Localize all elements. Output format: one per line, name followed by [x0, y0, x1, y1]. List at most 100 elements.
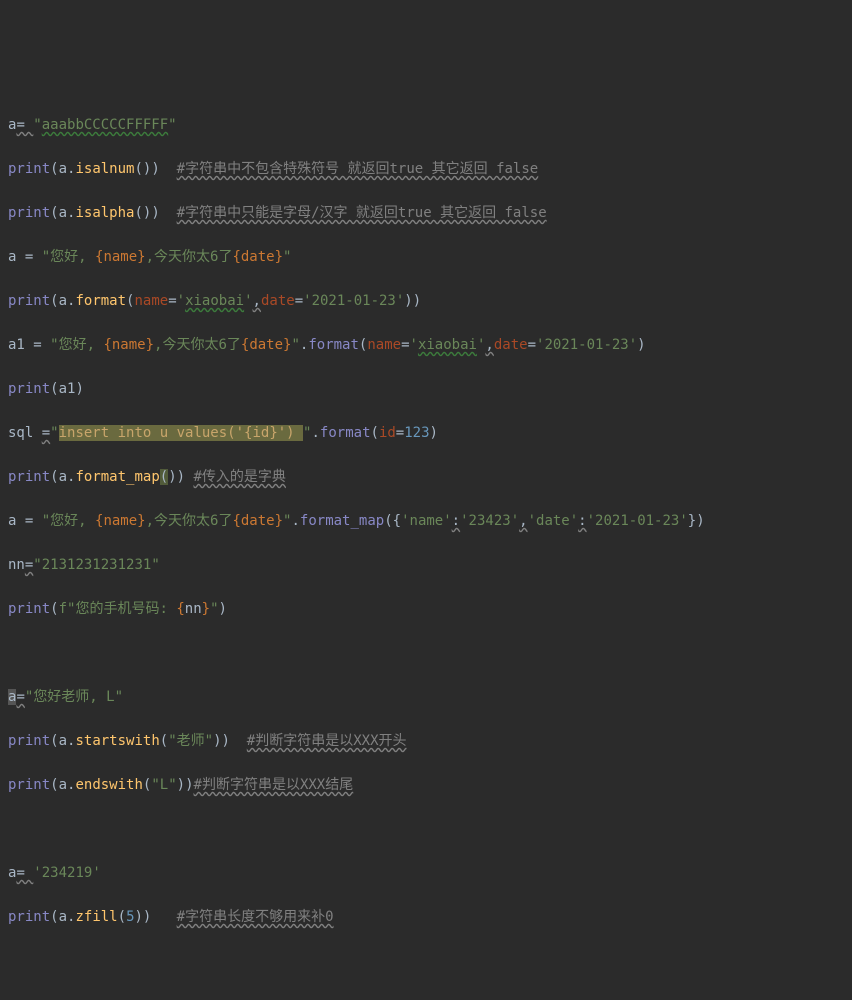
- paren: ): [75, 381, 83, 397]
- code-line-16[interactable]: a= '234219': [8, 862, 844, 884]
- quote: ': [33, 865, 41, 881]
- builtin-print: print: [8, 293, 50, 309]
- paren: (: [50, 161, 58, 177]
- code-line-11[interactable]: nn="2131231231231": [8, 554, 844, 576]
- string-literal: ,今天你太6了: [154, 337, 241, 353]
- quote: ': [303, 293, 311, 309]
- dot: .: [67, 777, 75, 793]
- quote: ": [168, 733, 176, 749]
- string-literal: xiaobai: [418, 337, 477, 353]
- format-placeholder: {name}: [95, 249, 146, 265]
- method-format-map: format_map: [300, 513, 384, 529]
- quote: ": [42, 249, 50, 265]
- quote: ": [283, 513, 291, 529]
- operator-eq: =: [16, 117, 33, 133]
- builtin-print: print: [8, 161, 50, 177]
- format-placeholder: {name}: [103, 337, 154, 353]
- operator-eq: =: [295, 293, 303, 309]
- comment: #字符串中不包含特殊符号 就返回true 其它返回 false: [177, 161, 539, 177]
- comma: ,: [253, 293, 261, 309]
- code-line-9[interactable]: print(a.format_map()) #传入的是字典: [8, 466, 844, 488]
- string-literal: 2131231231231: [42, 557, 152, 573]
- paren: (: [118, 909, 126, 925]
- identifier: nn: [8, 557, 25, 573]
- identifier: a1: [59, 381, 76, 397]
- quote: ": [168, 777, 176, 793]
- paren: (: [371, 425, 379, 441]
- code-line-1[interactable]: a= "aaabbCCCCCFFFFF": [8, 114, 844, 136]
- method-format: format: [308, 337, 359, 353]
- quote: ': [460, 513, 468, 529]
- builtin-print: print: [8, 205, 50, 221]
- paren: ): [430, 425, 438, 441]
- method-format: format: [320, 425, 371, 441]
- paren: ()): [134, 161, 176, 177]
- fstring-brace: {: [176, 601, 184, 617]
- builtin-print: print: [8, 733, 50, 749]
- comment: #字符串长度不够用来补0: [177, 909, 334, 925]
- code-line-7[interactable]: print(a1): [8, 378, 844, 400]
- code-line-4[interactable]: a = "您好, {name},今天你太6了{date}": [8, 246, 844, 268]
- code-line-10[interactable]: a = "您好, {name},今天你太6了{date}".format_map…: [8, 510, 844, 532]
- quote: ": [283, 249, 291, 265]
- paren: (: [160, 469, 168, 485]
- code-line-17[interactable]: print(a.zfill(5)) #字符串长度不够用来补0: [8, 906, 844, 928]
- identifier: a: [8, 865, 16, 881]
- method-format-map: format_map: [75, 469, 159, 485]
- quote: ': [587, 513, 595, 529]
- paren: ): [219, 601, 227, 617]
- operator-eq: =: [168, 293, 176, 309]
- builtin-print: print: [8, 381, 50, 397]
- quote: ': [410, 337, 418, 353]
- blank-line-1[interactable]: [8, 642, 844, 664]
- kwarg-name: id: [379, 425, 396, 441]
- quote: ": [151, 557, 159, 573]
- string-literal: 您的手机号码:: [75, 601, 176, 617]
- code-line-8[interactable]: sql ="insert into u values('{id}') ".for…: [8, 422, 844, 444]
- string-literal: 您好,: [50, 249, 95, 265]
- dot: .: [291, 513, 299, 529]
- sql-highlight: '): [278, 425, 303, 441]
- string-literal: aaabbCCCCCFFFFF: [42, 117, 168, 133]
- code-line-14[interactable]: print(a.startswith("老师")) #判断字符串是以XXX开头: [8, 730, 844, 752]
- code-line-13[interactable]: a="您好老师, L": [8, 686, 844, 708]
- method-startswith: startswith: [75, 733, 159, 749]
- quote: ': [244, 293, 252, 309]
- method-endswith: endswith: [75, 777, 142, 793]
- format-placeholder: {date}: [232, 513, 283, 529]
- quote: ": [291, 337, 299, 353]
- paren: (: [50, 293, 58, 309]
- string-literal: 您好,: [50, 513, 95, 529]
- paren: (: [50, 777, 58, 793]
- paren: (: [50, 381, 58, 397]
- method-isalnum: isalnum: [75, 161, 134, 177]
- quote: ": [50, 337, 58, 353]
- code-line-2[interactable]: print(a.isalnum()) #字符串中不包含特殊符号 就返回true …: [8, 158, 844, 180]
- quote: ": [33, 117, 41, 133]
- string-literal: name: [410, 513, 444, 529]
- method-format: format: [75, 293, 126, 309]
- colon: :: [452, 513, 460, 529]
- kwarg-name: date: [494, 337, 528, 353]
- format-placeholder: {date}: [241, 337, 292, 353]
- identifier: a1: [8, 337, 33, 353]
- quote: ": [205, 733, 213, 749]
- code-line-15[interactable]: print(a.endswith("L"))#判断字符串是以XXX结尾: [8, 774, 844, 796]
- quote: ": [115, 689, 123, 705]
- dot: .: [67, 733, 75, 749]
- blank-line-2[interactable]: [8, 818, 844, 840]
- quote: ": [151, 777, 159, 793]
- string-literal: ,今天你太6了: [146, 513, 233, 529]
- code-line-3[interactable]: print(a.isalpha()) #字符串中只能是字母/汉字 就返回true…: [8, 202, 844, 224]
- identifier: a: [59, 777, 67, 793]
- code-line-12[interactable]: print(f"您的手机号码: {nn}"): [8, 598, 844, 620]
- string-literal: 2021-01-23: [595, 513, 679, 529]
- code-line-6[interactable]: a1 = "您好, {name},今天你太6了{date}".format(na…: [8, 334, 844, 356]
- string-literal: L: [160, 777, 168, 793]
- fstring-var: nn: [185, 601, 202, 617]
- code-line-5[interactable]: print(a.format(name='xiaobai',date='2021…: [8, 290, 844, 312]
- operator-eq: =: [33, 337, 50, 353]
- string-literal: date: [536, 513, 570, 529]
- builtin-print: print: [8, 909, 50, 925]
- code-editor[interactable]: a= "aaabbCCCCCFFFFF" print(a.isalnum()) …: [8, 92, 844, 950]
